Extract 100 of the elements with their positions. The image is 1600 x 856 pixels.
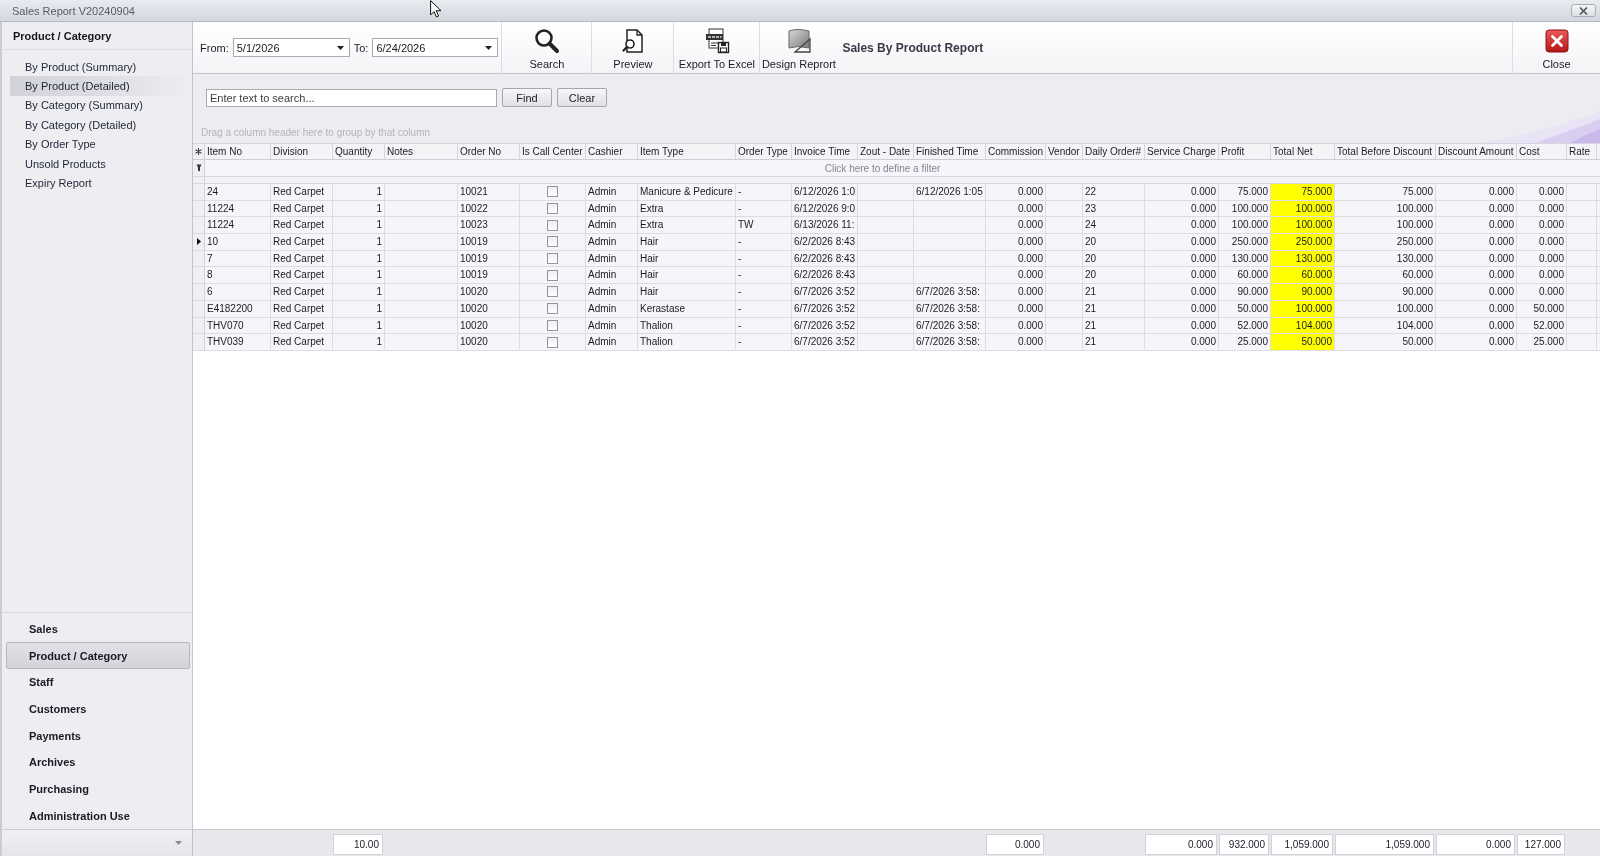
column-header[interactable]: Total Before Discount [1335, 144, 1436, 159]
report-item[interactable]: By Product (Summary) [10, 57, 192, 77]
table-cell: 10020 [458, 300, 520, 317]
column-header[interactable]: Order Type [736, 144, 792, 159]
table-cell: 10019 [458, 250, 520, 267]
table-cell: 0.000 [1436, 267, 1517, 284]
table-cell: Hair [638, 284, 736, 300]
table-cell: 100.000 [1271, 217, 1335, 234]
filter-icon [195, 164, 202, 172]
column-header[interactable]: Discount Amount [1436, 144, 1517, 159]
column-header[interactable]: Daily Order# [1083, 144, 1145, 159]
table-cell: 22 [1083, 184, 1145, 200]
checkbox[interactable] [547, 319, 558, 331]
column-header[interactable]: Division [271, 144, 333, 159]
column-header[interactable]: Total Net [1271, 144, 1335, 159]
table-cell: Red Carpet [271, 234, 333, 250]
column-header[interactable]: Invoice Time [792, 144, 858, 159]
table-cell: 0.000 [1517, 267, 1567, 284]
checkbox[interactable] [547, 203, 558, 215]
column-header[interactable]: Cashier [586, 144, 638, 159]
caret-icon [336, 45, 344, 50]
checkbox[interactable] [547, 269, 558, 281]
column-header[interactable]: Is Call Center [520, 144, 586, 159]
table-cell: 0.000 [1436, 234, 1517, 250]
table-cell: 0.000 [1517, 184, 1567, 200]
table-cell: 50.000 [1271, 334, 1335, 350]
checkbox[interactable] [547, 303, 558, 315]
column-header[interactable]: Zout - Date [858, 144, 914, 159]
table-cell: 11224 [205, 200, 271, 217]
table-cell: 21 [1083, 300, 1145, 317]
table-cell: 0.000 [1436, 184, 1517, 200]
more-options-button[interactable] [173, 839, 184, 847]
close-button[interactable]: Close [1512, 22, 1600, 73]
column-header[interactable]: Quantity [333, 144, 385, 159]
to-date-field[interactable]: 6/24/2026 [372, 38, 499, 57]
column-header[interactable]: Cost [1517, 144, 1567, 159]
table-cell: 0.000 [986, 234, 1046, 250]
table-cell: 0.000 [1436, 284, 1517, 300]
report-item[interactable]: Unsold Products [10, 153, 192, 174]
export-excel-button[interactable]: Export To Excel [673, 22, 760, 73]
checkbox[interactable] [547, 186, 558, 198]
report-item[interactable]: By Order Type [10, 134, 192, 154]
report-item[interactable]: Expiry Report [10, 173, 192, 193]
filter-row-hint[interactable]: Click here to define a filter [824, 162, 941, 174]
column-header[interactable]: Item Type [638, 144, 736, 159]
report-item[interactable]: By Category (Summary) [10, 95, 192, 116]
table-cell: 0.000 [1517, 217, 1567, 234]
table-cell: Hair [638, 267, 736, 284]
from-date-field[interactable]: 5/1/2026 [232, 38, 350, 57]
table-cell: 10 [205, 234, 271, 250]
search-field[interactable]: Enter text to search... [206, 88, 497, 107]
table-cell: 0.000 [1145, 250, 1219, 267]
table-cell: Admin [586, 300, 638, 317]
nav-item[interactable]: Sales [6, 615, 190, 643]
table-cell: 0.000 [1145, 200, 1219, 217]
column-header[interactable]: Item No [205, 144, 271, 159]
table-cell: 10022 [458, 200, 520, 217]
design-report-button[interactable]: Design Reprort [759, 22, 838, 73]
checkbox[interactable] [547, 219, 558, 231]
nav-item[interactable]: Product / Category [6, 642, 190, 669]
table-cell: 24 [1083, 217, 1145, 234]
table-cell: 21 [1083, 317, 1145, 334]
nav-item[interactable]: Archives [6, 748, 190, 776]
table-cell: 6/12/2026 1:0 [792, 184, 858, 200]
nav-item[interactable]: Staff [6, 668, 190, 696]
table-cell: - [736, 317, 792, 334]
mouse-pointer-icon [430, 0, 442, 18]
column-header[interactable]: Profit [1219, 144, 1271, 159]
nav-item[interactable]: Administration Use [6, 802, 190, 829]
preview-button[interactable]: Preview [591, 22, 674, 73]
table-cell: 10019 [458, 267, 520, 284]
table-cell: Red Carpet [271, 284, 333, 300]
nav-item[interactable]: Payments [6, 722, 190, 749]
table-cell: 0.000 [1517, 234, 1567, 250]
table-cell: 60.000 [1335, 267, 1436, 284]
checkbox[interactable] [547, 253, 558, 265]
nav-item[interactable]: Customers [6, 695, 190, 723]
column-header[interactable]: Order No [458, 144, 520, 159]
nav-item[interactable]: Purchasing [6, 775, 190, 803]
table-cell: 130.000 [1335, 250, 1436, 267]
column-header[interactable]: Commission [986, 144, 1046, 159]
search-button[interactable]: Search [501, 22, 592, 73]
table-cell: 6/7/2026 3:58: [914, 300, 986, 317]
table-cell: 0.000 [986, 317, 1046, 334]
table-cell: 60.000 [1271, 267, 1335, 284]
column-header[interactable]: Rate [1567, 144, 1597, 159]
table-cell: 0.000 [1436, 200, 1517, 217]
window-close-button[interactable] [1571, 4, 1596, 17]
checkbox[interactable] [547, 336, 558, 348]
column-header[interactable]: Notes [385, 144, 458, 159]
report-item[interactable]: By Category (Detailed) [10, 115, 192, 135]
column-header[interactable]: Service Charge [1145, 144, 1219, 159]
find-button[interactable]: Find [502, 88, 552, 107]
row-indicator[interactable] [193, 234, 205, 250]
column-header[interactable]: Finished Time [914, 144, 986, 159]
table-cell: 6/7/2026 3:58: [914, 334, 986, 350]
checkbox[interactable] [547, 236, 558, 248]
column-header[interactable]: Vendor [1046, 144, 1083, 159]
checkbox[interactable] [547, 286, 558, 298]
clear-button[interactable]: Clear [557, 88, 607, 107]
